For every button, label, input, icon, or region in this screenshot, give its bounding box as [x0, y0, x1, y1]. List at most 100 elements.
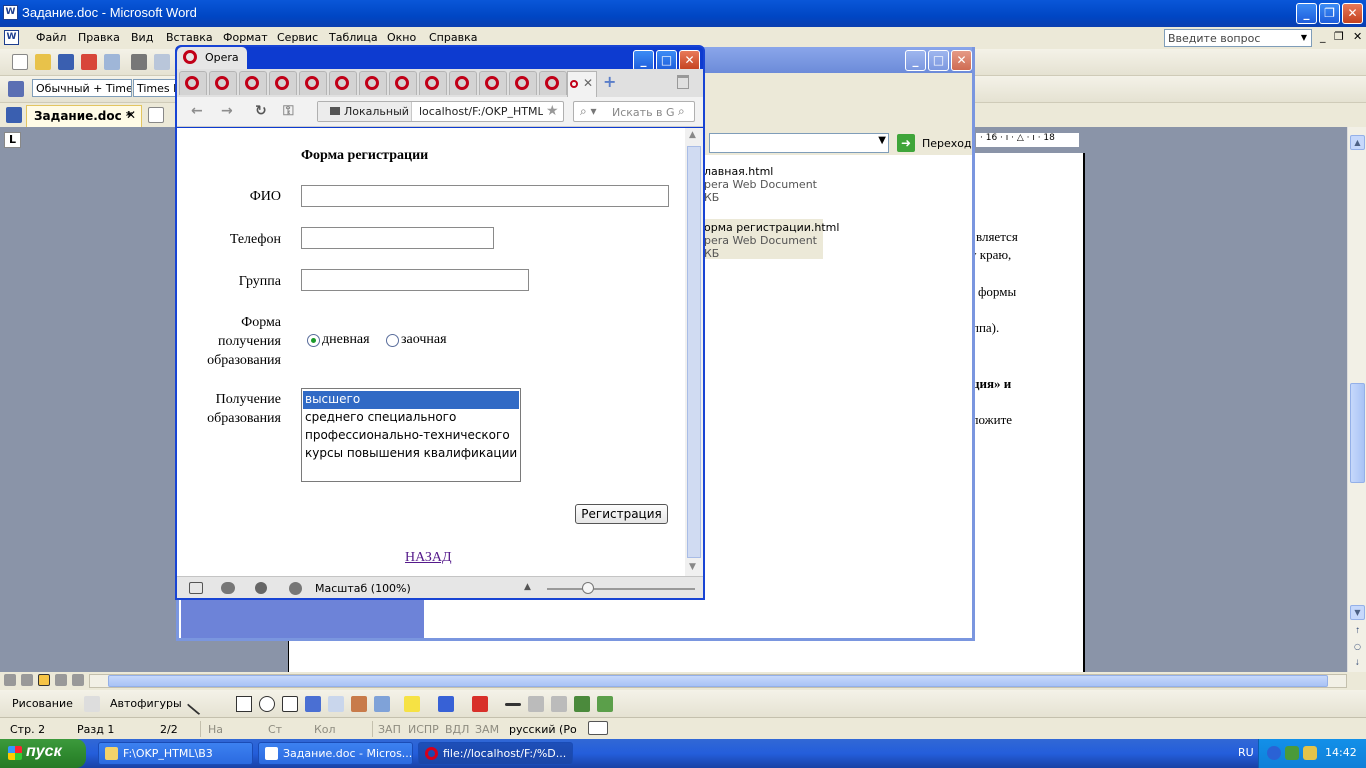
new-document-icon[interactable] — [12, 54, 28, 70]
list-option[interactable]: высшего — [303, 391, 519, 409]
task-opera[interactable]: file://localhost/F:/%D... — [418, 742, 573, 765]
zoom-up-icon[interactable]: ▲ — [524, 582, 531, 592]
key-icon[interactable]: ⚿ — [283, 103, 294, 119]
site-info-badge[interactable]: Локальный — [318, 102, 412, 121]
menu-view[interactable]: Вид — [131, 31, 153, 44]
radio-day[interactable] — [307, 334, 320, 347]
opera-title-bar[interactable]: Opera _ □ ✕ — [177, 47, 703, 71]
browser-tab[interactable] — [449, 71, 477, 95]
browser-tab[interactable] — [539, 71, 567, 95]
address-bar[interactable]: Локальный localhost/F:/OKP_HTML/E ★ — [317, 101, 564, 122]
fio-input[interactable] — [301, 185, 669, 207]
forward-arrow-icon[interactable]: → — [221, 103, 233, 119]
browser-tab[interactable] — [509, 71, 537, 95]
bookmark-star-icon[interactable]: ★ — [546, 103, 559, 119]
horizontal-scrollbar[interactable] — [89, 674, 1347, 688]
radio-extramural[interactable] — [386, 334, 399, 347]
save-icon[interactable] — [58, 54, 74, 70]
phone-input[interactable] — [301, 227, 494, 249]
volume-icon[interactable] — [1303, 746, 1317, 760]
browser-tab[interactable] — [179, 71, 207, 95]
back-arrow-icon[interactable]: ← — [191, 103, 203, 119]
opera-minimize-button[interactable]: _ — [633, 50, 654, 71]
wordart-icon[interactable] — [305, 696, 321, 712]
browse-object-icon[interactable]: ○ — [1350, 640, 1365, 655]
list-option[interactable]: курсы повышения квалификации — [303, 445, 519, 463]
menu-help[interactable]: Справка — [429, 31, 477, 44]
print-icon[interactable] — [131, 54, 147, 70]
menu-file[interactable]: Файл — [36, 31, 66, 44]
chevron-down-icon[interactable]: ▼ — [1298, 30, 1310, 46]
list-option[interactable]: среднего специального — [303, 409, 519, 427]
permission-icon[interactable] — [81, 54, 97, 70]
diagram-icon[interactable] — [328, 696, 344, 712]
close-button[interactable]: ✕ — [1342, 3, 1363, 24]
arrow-style-icon[interactable] — [551, 696, 567, 712]
vertical-scrollbar[interactable]: ▲ ▼ ⭡ ○ ⭣ — [1347, 127, 1366, 672]
scroll-down-arrow-icon[interactable]: ▼ — [1350, 605, 1365, 620]
speed-icon[interactable] — [289, 582, 302, 595]
go-button-label[interactable]: Переход — [922, 137, 972, 150]
group-input[interactable] — [301, 269, 529, 291]
open-folder-icon[interactable] — [35, 54, 51, 70]
font-color-icon[interactable] — [472, 696, 488, 712]
drawing-menu[interactable]: Рисование — [12, 697, 73, 710]
oval-icon[interactable] — [259, 696, 275, 712]
menu-insert[interactable]: Вставка — [166, 31, 213, 44]
page-scroll-thumb[interactable] — [687, 146, 701, 558]
scroll-up-arrow-icon[interactable]: ▲ — [689, 130, 696, 140]
horizontal-ruler[interactable]: · 16 · ı · △ · ı · 18 — [976, 133, 1079, 147]
shadow-style-icon[interactable] — [574, 696, 590, 712]
dash-style-icon[interactable] — [528, 696, 544, 712]
browser-tab[interactable] — [269, 71, 297, 95]
browser-tab[interactable] — [239, 71, 267, 95]
explorer-maximize-button[interactable]: □ — [928, 50, 949, 71]
browser-tab[interactable] — [299, 71, 327, 95]
textbox-icon[interactable] — [282, 696, 298, 712]
back-link[interactable]: НАЗАД — [405, 550, 452, 566]
line-icon[interactable] — [186, 692, 210, 716]
email-icon[interactable] — [104, 54, 120, 70]
opera-close-button[interactable]: ✕ — [679, 50, 700, 71]
menu-tools[interactable]: Сервис — [277, 31, 318, 44]
page-scrollbar[interactable]: ▲ ▼ — [685, 128, 703, 576]
opera-maximize-button[interactable]: □ — [656, 50, 677, 71]
fill-color-icon[interactable] — [404, 696, 420, 712]
browser-tab[interactable] — [479, 71, 507, 95]
style-select[interactable]: Обычный + Time — [32, 79, 132, 97]
reading-view-icon[interactable] — [72, 674, 84, 686]
menu-window[interactable]: Окно — [387, 31, 416, 44]
word-app-icon[interactable]: W — [3, 5, 18, 20]
picture-icon[interactable] — [374, 696, 390, 712]
browser-tab[interactable] — [209, 71, 237, 95]
ask-question-box[interactable]: Введите вопрос — [1164, 29, 1312, 47]
doc-minimize-icon[interactable]: _ — [1320, 30, 1326, 43]
styles-pane-icon[interactable] — [8, 81, 24, 97]
arrow-icon[interactable] — [213, 696, 229, 712]
address-url[interactable]: localhost/F:/OKP_HTML/E — [419, 105, 543, 118]
3d-style-icon[interactable] — [597, 696, 613, 712]
outline-view-icon[interactable] — [55, 674, 67, 686]
start-button[interactable]: пуск — [0, 739, 86, 768]
search-box[interactable]: ⌕ ▾ Искать в Gc ⌕ — [573, 101, 695, 122]
share-icon[interactable] — [255, 582, 267, 594]
doc-close-icon[interactable]: ✕ — [1353, 30, 1362, 43]
scroll-up-arrow-icon[interactable]: ▲ — [1350, 135, 1365, 150]
zoom-label[interactable]: Масштаб (100%) — [315, 582, 411, 595]
cloud-icon[interactable] — [221, 582, 235, 594]
clock[interactable]: 14:42 — [1325, 746, 1357, 759]
search-icon[interactable]: ⌕ — [678, 104, 685, 119]
opera-window[interactable]: Opera _ □ ✕ ✕ + ← → ↻ ⚿ Локальный localh… — [175, 45, 705, 600]
register-button[interactable]: Регистрация — [575, 504, 668, 524]
clipart-icon[interactable] — [351, 696, 367, 712]
browser-tab[interactable] — [419, 71, 447, 95]
scroll-down-arrow-icon[interactable]: ▼ — [689, 562, 696, 572]
browser-tab[interactable] — [329, 71, 357, 95]
network-icon[interactable] — [1285, 746, 1299, 760]
status-ext[interactable]: ВДЛ — [445, 723, 469, 736]
task-explorer[interactable]: F:\OKP_HTML\B3 — [98, 742, 253, 765]
spelling-status-icon[interactable] — [588, 721, 608, 735]
autoshapes-menu[interactable]: Автофигуры — [110, 697, 182, 710]
panel-toggle-icon[interactable] — [189, 582, 203, 594]
explorer-address-input[interactable]: ▼ — [709, 133, 889, 153]
